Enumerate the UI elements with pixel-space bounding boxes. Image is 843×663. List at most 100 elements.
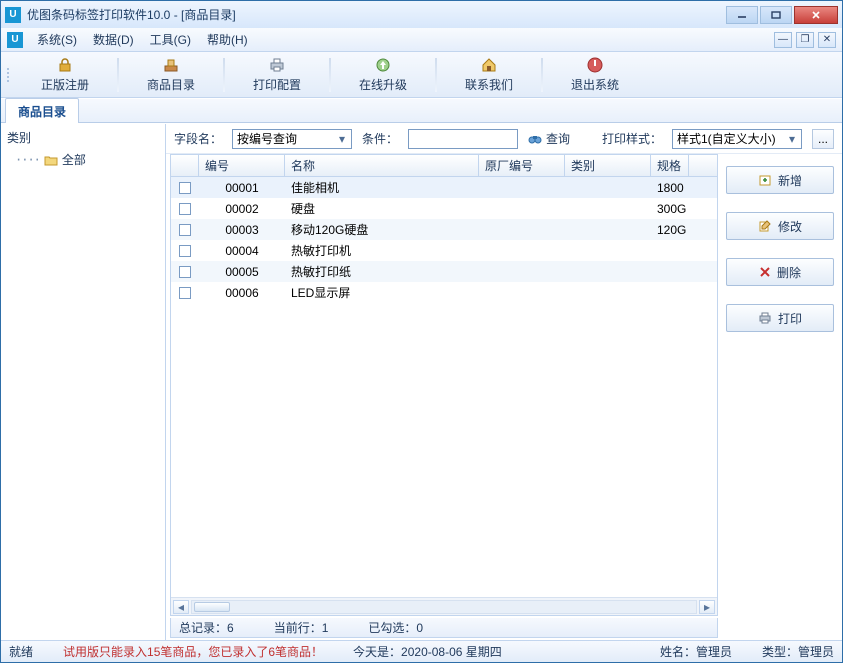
mdi-close-button[interactable]: ✕: [818, 32, 836, 48]
row-checkbox[interactable]: [179, 287, 191, 299]
cell-spec: [651, 270, 689, 274]
row-checkbox[interactable]: [179, 224, 191, 236]
row-checkbox[interactable]: [179, 245, 191, 257]
cell-name: 移动120G硬盘: [285, 219, 479, 240]
horizontal-scrollbar[interactable]: ◂ ▸: [171, 597, 717, 615]
tree-root-all[interactable]: ···· 全部: [5, 149, 161, 170]
scroll-track[interactable]: [191, 600, 697, 614]
table-row[interactable]: 00002硬盘 300G: [171, 198, 717, 219]
cell-orig: [479, 186, 565, 190]
cell-id: 00002: [199, 200, 285, 218]
row-checkbox[interactable]: [179, 266, 191, 278]
field-label: 字段名：: [174, 130, 222, 147]
toolbar-register[interactable]: 正版注册: [21, 55, 109, 95]
cell-cat: [565, 186, 651, 190]
delete-button[interactable]: 删除: [726, 258, 834, 286]
table-row[interactable]: 00004热敏打印机: [171, 240, 717, 261]
caret-down-icon: ▾: [335, 132, 349, 146]
minimize-button[interactable]: [726, 6, 758, 24]
cell-id: 00005: [199, 263, 285, 281]
toolbar-grip[interactable]: [7, 56, 13, 94]
folder-icon: [44, 154, 58, 166]
cell-name: 硬盘: [285, 198, 479, 219]
toolbar-print-config[interactable]: 打印配置: [233, 55, 321, 95]
toolbar-upgrade[interactable]: 在线升级: [339, 55, 427, 95]
tab-catalog[interactable]: 商品目录: [5, 98, 79, 123]
status-name-label: 姓名：: [660, 645, 696, 659]
close-button[interactable]: [794, 6, 838, 24]
checked-value: 0: [416, 621, 423, 635]
field-combo[interactable]: 按编号查询 ▾: [232, 129, 352, 149]
cell-cat: [565, 207, 651, 211]
mdi-minimize-button[interactable]: —: [774, 32, 792, 48]
checked-label: 已勾选：: [368, 621, 416, 635]
cell-orig: [479, 228, 565, 232]
print-button[interactable]: 打印: [726, 304, 834, 332]
filter-row: 字段名： 按编号查询 ▾ 条件： 查询 打印样式： 样式1(自定义大小) ▾ .…: [166, 124, 842, 154]
menubar: U 系统(S) 数据(D) 工具(G) 帮助(H) — ❐ ✕: [1, 28, 842, 52]
toolbar-print-config-label: 打印配置: [253, 76, 301, 93]
scroll-left-button[interactable]: ◂: [173, 600, 189, 614]
cell-orig: [479, 291, 565, 295]
cell-spec: 300G: [651, 200, 689, 218]
header-checkbox-col[interactable]: [171, 155, 199, 176]
menu-tools[interactable]: 工具(G): [142, 28, 199, 51]
edit-icon: [758, 219, 772, 233]
table-row[interactable]: 00006LED显示屏: [171, 282, 717, 303]
table-row[interactable]: 00005热敏打印纸: [171, 261, 717, 282]
titlebar[interactable]: U 优图条码标签打印软件10.0 - [商品目录]: [1, 1, 842, 28]
catalog-icon: [162, 56, 180, 74]
header-cat[interactable]: 类别: [565, 155, 651, 176]
toolbar-contact[interactable]: 联系我们: [445, 55, 533, 95]
header-orig[interactable]: 原厂编号: [479, 155, 565, 176]
menu-system[interactable]: 系统(S): [29, 28, 85, 51]
add-icon: [758, 173, 772, 187]
cell-name: LED显示屏: [285, 282, 479, 303]
cell-orig: [479, 207, 565, 211]
content-area: 类别 ···· 全部 字段名： 按编号查询 ▾ 条件： 查询: [1, 123, 842, 640]
edit-label: 修改: [778, 218, 802, 235]
menu-data[interactable]: 数据(D): [85, 28, 142, 51]
header-name[interactable]: 名称: [285, 155, 479, 176]
cond-input[interactable]: [408, 129, 518, 149]
cell-spec: 120G: [651, 221, 689, 239]
mdi-restore-button[interactable]: ❐: [796, 32, 814, 48]
cond-label: 条件：: [362, 130, 398, 147]
style-combo[interactable]: 样式1(自定义大小) ▾: [672, 129, 802, 149]
add-button[interactable]: 新增: [726, 166, 834, 194]
cell-id: 00004: [199, 242, 285, 260]
toolbar-register-label: 正版注册: [41, 76, 89, 93]
scroll-thumb[interactable]: [194, 602, 230, 612]
lock-icon: [56, 56, 74, 74]
grid-statusbar: 总记录：6 当前行：1 已勾选：0: [170, 618, 718, 638]
scroll-right-button[interactable]: ▸: [699, 600, 715, 614]
cell-id: 00001: [199, 179, 285, 197]
edit-button[interactable]: 修改: [726, 212, 834, 240]
current-label: 当前行：: [274, 621, 322, 635]
header-spec[interactable]: 规格: [651, 155, 689, 176]
status-name-value: 管理员: [696, 645, 732, 659]
print-label: 打印: [778, 310, 802, 327]
sidebar-title: 类别: [5, 126, 161, 149]
row-checkbox[interactable]: [179, 182, 191, 194]
row-checkbox[interactable]: [179, 203, 191, 215]
search-button[interactable]: 查询: [528, 130, 570, 147]
header-id[interactable]: 编号: [199, 155, 285, 176]
menu-help[interactable]: 帮助(H): [199, 28, 256, 51]
grid-header: 编号 名称 原厂编号 类别 规格: [171, 155, 717, 177]
cell-cat: [565, 291, 651, 295]
maximize-button[interactable]: [760, 6, 792, 24]
table-row[interactable]: 00003移动120G硬盘 120G: [171, 219, 717, 240]
toolbar-catalog[interactable]: 商品目录: [127, 55, 215, 95]
status-trial: 试用版只能录入15笔商品，您已录入了6笔商品！: [63, 643, 323, 660]
table-row[interactable]: 00001佳能相机1800: [171, 177, 717, 198]
cell-name: 热敏打印机: [285, 240, 479, 261]
toolbar-catalog-label: 商品目录: [147, 76, 195, 93]
cell-id: 00003: [199, 221, 285, 239]
toolbar-exit[interactable]: 退出系统: [551, 55, 639, 95]
current-value: 1: [322, 621, 329, 635]
main-panel: 字段名： 按编号查询 ▾ 条件： 查询 打印样式： 样式1(自定义大小) ▾ .…: [166, 124, 842, 640]
tree-connector: ····: [15, 153, 40, 167]
style-more-button[interactable]: ...: [812, 129, 834, 149]
grid-body: 00001佳能相机1800 00002硬盘 300G 00003移动120G硬盘 120…: [171, 177, 717, 597]
